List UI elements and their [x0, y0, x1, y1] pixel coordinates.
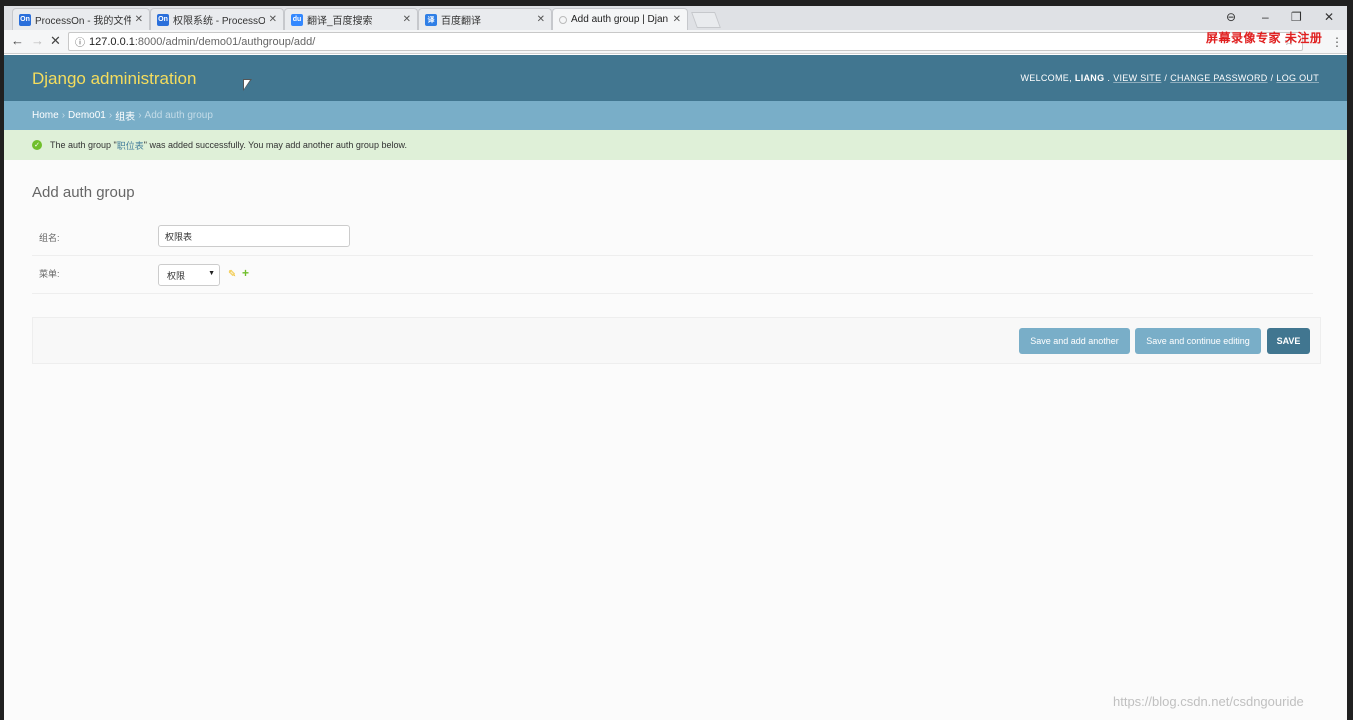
dropdown-arrow-icon: ▼	[208, 270, 215, 277]
processon-favicon-icon: On	[19, 13, 31, 26]
separator: /	[1270, 73, 1274, 83]
window-close-icon[interactable]: ✕	[1324, 10, 1334, 24]
main-content: Add auth group 组名: 权限表 菜单: 权限 ▼ ✎ + Save…	[4, 160, 1347, 720]
url-host: 127.0.0.1	[89, 35, 135, 48]
address-bar[interactable]: ⓘ 127.0.0.1 :8000/admin/demo01/authgroup…	[68, 32, 1303, 51]
profile-icon[interactable]: ⊖	[1226, 10, 1236, 24]
welcome-text: WELCOME,	[1020, 73, 1072, 83]
url-path: :8000/admin/demo01/authgroup/add/	[134, 35, 316, 48]
message-object-link[interactable]: 职位表	[117, 139, 144, 152]
browser-tab-strip: On ProcessOn - 我的文件 ✕ On 权限系统 - ProcessO…	[4, 6, 1347, 30]
browser-tab-processon-permissions[interactable]: On 权限系统 - ProcessOn ✕	[150, 8, 284, 30]
user-tools: WELCOME, LIANG. VIEW SITE / CHANGE PASSW…	[1020, 73, 1319, 83]
log-out-link[interactable]: LOG OUT	[1276, 73, 1319, 83]
form-row-name: 组名: 权限表	[32, 220, 1313, 256]
checkmark-icon: ✓	[32, 140, 42, 150]
tab-title: 翻译_百度搜索	[307, 16, 373, 27]
tab-title: 百度翻译	[441, 16, 481, 27]
baidu-translate-favicon-icon: 译	[425, 13, 437, 26]
stop-loading-icon[interactable]: ✕	[50, 33, 61, 49]
tab-title: 权限系统 - ProcessOn	[173, 16, 265, 27]
loading-favicon-icon	[559, 15, 567, 24]
minimize-icon[interactable]: –	[1262, 10, 1269, 24]
menu-label: 菜单:	[39, 269, 60, 279]
browser-toolbar: ← → ✕ ⓘ 127.0.0.1 :8000/admin/demo01/aut…	[4, 30, 1347, 54]
breadcrumb-separator: ›	[108, 110, 113, 121]
save-and-continue-button[interactable]: Save and continue editing	[1135, 328, 1261, 354]
admin-header: Django administration WELCOME, LIANG. VI…	[4, 55, 1347, 101]
close-icon[interactable]: ✕	[537, 14, 545, 25]
back-arrow-icon[interactable]: ←	[11, 33, 24, 48]
tab-title: ProcessOn - 我的文件	[35, 16, 131, 27]
view-site-link[interactable]: VIEW SITE	[1113, 73, 1161, 83]
recorder-watermark: 屏幕录像专家 未注册	[1206, 31, 1323, 45]
save-button[interactable]: SAVE	[1267, 328, 1310, 354]
tab-title: Add auth group | Djan	[571, 14, 669, 25]
message-suffix: " was added successfully. You may add an…	[143, 140, 407, 150]
submit-row: Save and add another Save and continue e…	[32, 317, 1321, 364]
menu-selected-value: 权限	[167, 270, 186, 281]
close-icon[interactable]: ✕	[403, 14, 411, 25]
page-title: Add auth group	[32, 184, 135, 201]
close-icon[interactable]: ✕	[135, 14, 143, 25]
browser-menu-icon[interactable]: ⋮	[1331, 35, 1343, 49]
site-branding[interactable]: Django administration	[32, 69, 196, 89]
baidu-favicon-icon: du	[291, 13, 303, 26]
close-icon[interactable]: ✕	[673, 14, 681, 25]
save-and-add-another-button[interactable]: Save and add another	[1019, 328, 1130, 354]
breadcrumb-separator: ›	[138, 110, 142, 121]
plus-icon[interactable]: +	[242, 266, 249, 280]
close-icon[interactable]: ✕	[269, 14, 277, 25]
processon-favicon-icon: On	[157, 13, 169, 26]
form-row-menu: 菜单: 权限 ▼ ✎ +	[32, 256, 1313, 294]
change-password-link[interactable]: CHANGE PASSWORD	[1170, 73, 1267, 83]
browser-tab-add-auth-group[interactable]: Add auth group | Djan ✕	[552, 8, 688, 30]
restore-icon[interactable]: ❐	[1291, 10, 1302, 24]
username: LIANG	[1074, 73, 1105, 83]
new-tab-button[interactable]	[691, 12, 721, 28]
screen-frame-right	[1347, 0, 1353, 720]
name-input[interactable]: 权限表	[158, 225, 350, 247]
browser-tab-baidu-search[interactable]: du 翻译_百度搜索 ✕	[284, 8, 418, 30]
breadcrumb-app[interactable]: Demo01	[68, 110, 106, 121]
browser-tab-baidu-translate[interactable]: 译 百度翻译 ✕	[418, 8, 552, 30]
site-watermark: https://blog.csdn.net/csdngouride	[1113, 694, 1304, 709]
separator: /	[1164, 73, 1168, 83]
success-message: ✓ The auth group " 职位表 " was added success…	[4, 130, 1347, 160]
breadcrumb: Home › Demo01 › 组表 › Add auth group	[4, 101, 1347, 130]
message-prefix: The auth group "	[50, 140, 117, 150]
menu-select[interactable]: 权限 ▼	[158, 264, 220, 286]
mouse-cursor-icon	[243, 79, 252, 91]
pencil-icon[interactable]: ✎	[228, 269, 236, 280]
name-label: 组名:	[39, 233, 60, 243]
breadcrumb-home[interactable]: Home	[32, 110, 59, 121]
breadcrumb-current: Add auth group	[144, 110, 213, 121]
breadcrumb-model[interactable]: 组表	[115, 108, 135, 123]
browser-tab-processon-files[interactable]: On ProcessOn - 我的文件 ✕	[12, 8, 150, 30]
site-info-icon[interactable]: ⓘ	[75, 34, 85, 49]
forward-arrow-icon[interactable]: →	[31, 33, 44, 48]
breadcrumb-separator: ›	[61, 110, 66, 121]
